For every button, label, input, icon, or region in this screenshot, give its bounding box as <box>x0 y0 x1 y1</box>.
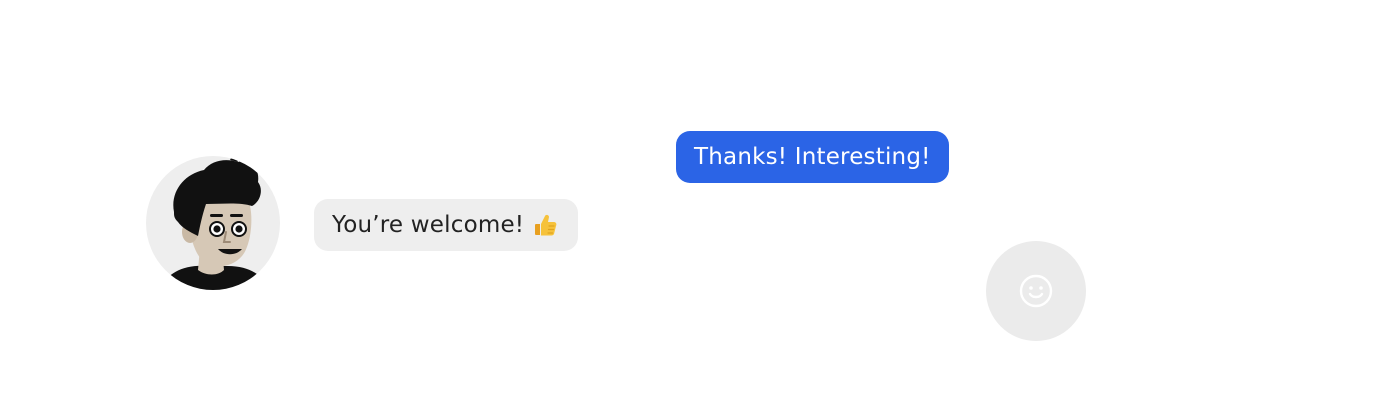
emoji-picker-button[interactable] <box>986 241 1086 341</box>
smiley-face-icon <box>1019 274 1053 308</box>
avatar <box>146 156 280 290</box>
outgoing-message-text: Thanks! Interesting! <box>694 144 931 170</box>
incoming-message-text: You’re welcome! <box>332 212 525 238</box>
chat-area: Thanks! Interesting! You’re welcome! <box>0 0 1400 420</box>
outgoing-message-bubble: Thanks! Interesting! <box>676 131 949 183</box>
incoming-message-bubble: You’re welcome! <box>314 199 579 251</box>
cartoon-person-avatar-icon <box>146 156 280 290</box>
thumbs-up-emoji-icon <box>535 214 557 236</box>
